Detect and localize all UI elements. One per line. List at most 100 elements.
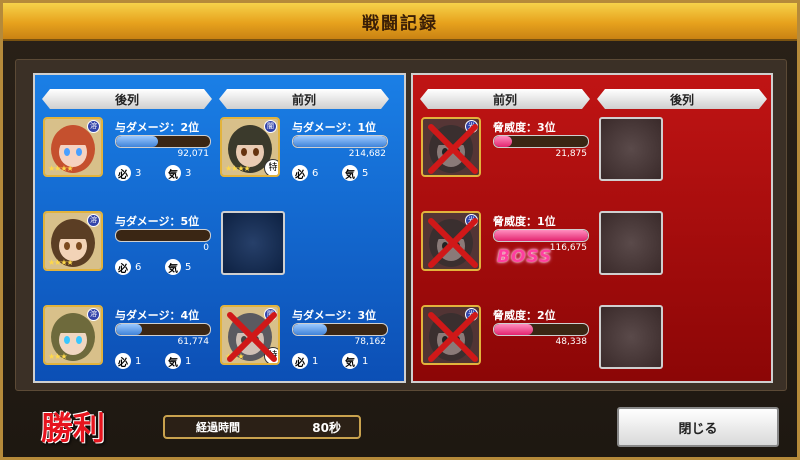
enemy-unit-slot[interactable]: 光 脅威度：2位 48,338 bbox=[421, 305, 597, 385]
enemy-unit-slot[interactable]: 光 脅威度：1位 116,675 BOSS bbox=[421, 211, 597, 291]
ally-back-row-header: 後列 bbox=[42, 89, 212, 109]
rarity-stars-icon: ★★★ bbox=[48, 352, 67, 361]
character-portrait[interactable]: 溶 ★★★★ bbox=[43, 211, 103, 271]
elapsed-time-value: 80秒 bbox=[312, 420, 341, 435]
ally-unit-slot[interactable]: 溶 ★★★★ 与ダメージ：5位 0 必6 気5 bbox=[43, 211, 219, 291]
defeated-x-icon bbox=[227, 312, 277, 362]
skill-value: 1 bbox=[312, 355, 319, 367]
spirit-stat: 気1 bbox=[165, 353, 191, 369]
element-badge-icon: 溶 bbox=[87, 308, 100, 321]
spirit-stat: 気5 bbox=[165, 259, 191, 275]
enemy-portrait[interactable]: 光 bbox=[421, 117, 481, 177]
ally-unit-slot[interactable]: 溶 ★★★★ 与ダメージ：2位 92,071 必3 気3 bbox=[43, 117, 219, 197]
empty-slot bbox=[599, 305, 663, 369]
damage-bar-fill bbox=[293, 324, 327, 335]
skill-value: 6 bbox=[135, 261, 142, 273]
element-badge-icon: 溶 bbox=[87, 214, 100, 227]
defeated-x-icon bbox=[428, 218, 478, 268]
threat-rank-label: 脅威度：3位 bbox=[493, 121, 556, 134]
spirit-stat: 気5 bbox=[342, 165, 368, 181]
skill-icon: 必 bbox=[115, 353, 131, 369]
character-portrait[interactable]: 溶 ★★★★ bbox=[43, 117, 103, 177]
skill-icon: 必 bbox=[292, 165, 308, 181]
empty-slot bbox=[221, 211, 285, 275]
element-badge-icon: 闇 bbox=[264, 120, 277, 133]
damage-rank-label: 与ダメージ：2位 bbox=[115, 121, 200, 134]
damage-rank-label: 与ダメージ：1位 bbox=[292, 121, 377, 134]
spirit-icon: 気 bbox=[165, 353, 181, 369]
spirit-icon: 気 bbox=[165, 165, 181, 181]
window-title: 戦闘記録 bbox=[362, 13, 438, 34]
boss-badge: BOSS bbox=[497, 247, 553, 267]
skill-value: 6 bbox=[312, 167, 319, 179]
spirit-icon: 気 bbox=[342, 353, 358, 369]
empty-slot bbox=[599, 117, 663, 181]
damage-value: 78,162 bbox=[354, 337, 387, 347]
threat-bar bbox=[493, 135, 589, 148]
close-button[interactable]: 閉じる bbox=[617, 407, 779, 447]
damage-value: 92,071 bbox=[177, 149, 210, 159]
damage-value: 61,774 bbox=[177, 337, 210, 347]
defeated-x-icon bbox=[428, 124, 478, 174]
damage-rank-label: 与ダメージ：4位 bbox=[115, 309, 200, 322]
spirit-stat: 気3 bbox=[165, 165, 191, 181]
threat-bar bbox=[493, 229, 589, 242]
spirit-value: 1 bbox=[362, 355, 369, 367]
victory-banner: 勝利 bbox=[41, 409, 106, 447]
damage-bar-fill bbox=[116, 136, 159, 147]
rarity-stars-icon: ★★★★ bbox=[225, 164, 251, 173]
threat-bar bbox=[493, 323, 589, 336]
spirit-value: 1 bbox=[185, 355, 192, 367]
spirit-icon: 気 bbox=[165, 259, 181, 275]
damage-bar bbox=[292, 323, 388, 336]
enemy-team-panel: 前列 後列 光 脅威度：3位 21,875 光 脅威度：1位 116,675 B… bbox=[411, 73, 773, 383]
threat-rank-label: 脅威度：2位 bbox=[493, 309, 556, 322]
defeated-x-icon bbox=[428, 312, 478, 362]
damage-bar bbox=[115, 229, 211, 242]
ally-unit-slot[interactable]: 溶 ★★★ 与ダメージ：4位 61,774 必1 気1 bbox=[43, 305, 219, 385]
ally-unit-slot[interactable]: 闇 ★★★★ 特 与ダメージ：1位 214,682 必6 気5 bbox=[220, 117, 396, 197]
ally-team-panel: 後列 前列 溶 ★★★★ 与ダメージ：2位 92,071 必3 気3 闇 ★★★★ 特… bbox=[33, 73, 406, 383]
skill-stat: 必6 bbox=[115, 259, 141, 275]
spirit-value: 5 bbox=[362, 167, 369, 179]
damage-rank-label: 与ダメージ：3位 bbox=[292, 309, 377, 322]
threat-rank-label: 脅威度：1位 bbox=[493, 215, 556, 228]
spirit-icon: 気 bbox=[342, 165, 358, 181]
rarity-stars-icon: ★★★★ bbox=[48, 258, 74, 267]
enemy-portrait[interactable]: 光 bbox=[421, 305, 481, 365]
ally-unit-slot[interactable]: 闇★★★特 与ダメージ：3位 78,162 必1 気1 bbox=[220, 305, 396, 385]
skill-stat: 必1 bbox=[292, 353, 318, 369]
record-panel: 後列 前列 溶 ★★★★ 与ダメージ：2位 92,071 必3 気3 闇 ★★★★ 特… bbox=[15, 59, 787, 391]
damage-bar bbox=[115, 135, 211, 148]
special-badge-icon: 特 bbox=[264, 159, 278, 175]
empty-slot bbox=[599, 211, 663, 275]
battle-record-window: 戦闘記録 後列 前列 溶 ★★★★ 与ダメージ：2位 92,071 必3 気3 闇… bbox=[0, 0, 800, 460]
character-portrait[interactable]: 闇 ★★★★ 特 bbox=[220, 117, 280, 177]
threat-value: 48,338 bbox=[555, 337, 588, 347]
damage-bar-fill bbox=[293, 136, 387, 147]
enemy-portrait[interactable]: 光 bbox=[421, 211, 481, 271]
skill-stat: 必3 bbox=[115, 165, 141, 181]
enemy-unit-slot[interactable]: 光 脅威度：3位 21,875 bbox=[421, 117, 597, 197]
skill-value: 1 bbox=[135, 355, 142, 367]
elapsed-time-label: 経過時間 bbox=[196, 421, 240, 434]
skill-icon: 必 bbox=[115, 165, 131, 181]
character-portrait[interactable]: 溶 ★★★ bbox=[43, 305, 103, 365]
damage-rank-label: 与ダメージ：5位 bbox=[115, 215, 200, 228]
elapsed-time-box: 経過時間 80秒 bbox=[163, 415, 361, 439]
rarity-stars-icon: ★★★★ bbox=[48, 164, 74, 173]
element-badge-icon: 溶 bbox=[87, 120, 100, 133]
spirit-stat: 気1 bbox=[342, 353, 368, 369]
spirit-value: 3 bbox=[185, 167, 192, 179]
spirit-value: 5 bbox=[185, 261, 192, 273]
damage-value: 214,682 bbox=[348, 149, 386, 159]
skill-icon: 必 bbox=[292, 353, 308, 369]
skill-icon: 必 bbox=[115, 259, 131, 275]
damage-bar bbox=[115, 323, 211, 336]
damage-value: 0 bbox=[203, 243, 209, 253]
ally-front-row-header: 前列 bbox=[219, 89, 389, 109]
threat-value: 21,875 bbox=[555, 149, 588, 159]
character-portrait[interactable]: 闇★★★特 bbox=[220, 305, 280, 365]
skill-value: 3 bbox=[135, 167, 142, 179]
threat-bar-fill bbox=[494, 230, 588, 241]
